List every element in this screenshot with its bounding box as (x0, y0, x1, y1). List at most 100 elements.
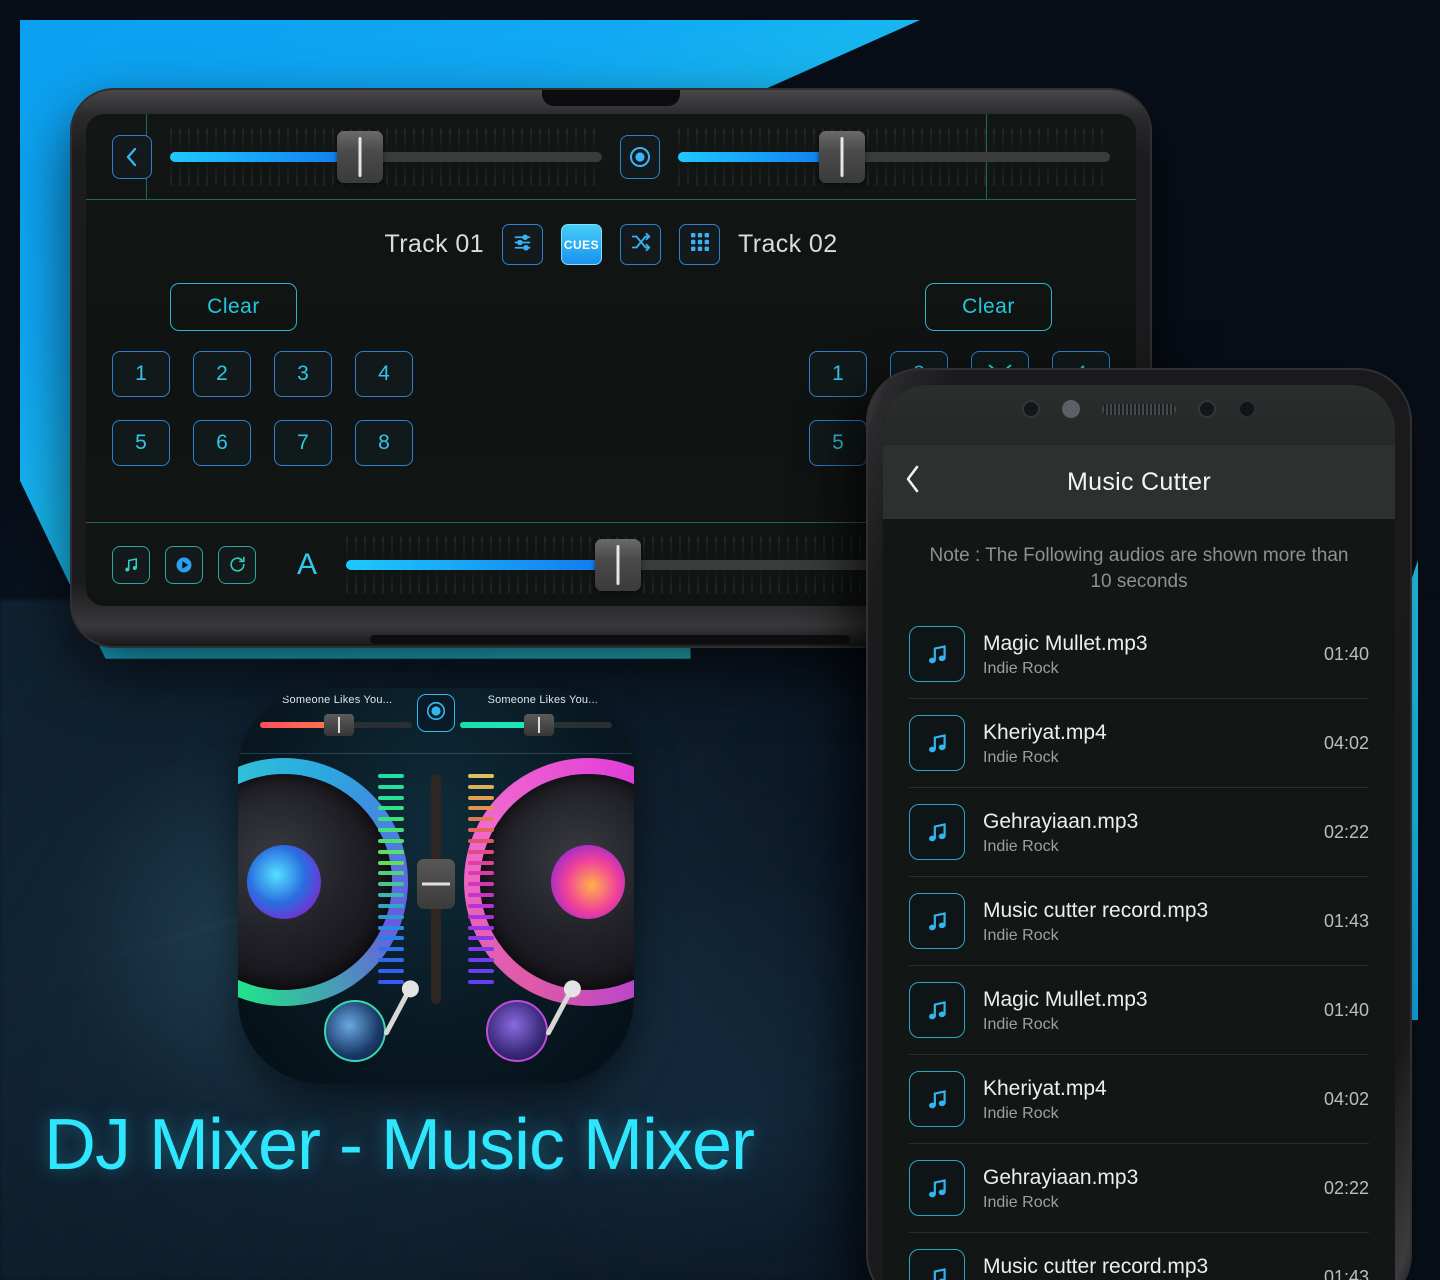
track-name: Magic Mullet.mp3 (983, 987, 1148, 1011)
dj-avatar-right (486, 987, 574, 1062)
list-item[interactable]: Music cutter record.mp3 Indie Rock 01:43 (909, 877, 1369, 967)
app-icon-left-slider[interactable] (260, 714, 412, 736)
promo-graphic: Track 01 CUES Track 02 Clear Clear 1 2 3… (0, 0, 1440, 1280)
shuffle-mode-button[interactable] (620, 224, 661, 265)
tablet-top-slider-row (86, 114, 1136, 200)
app-icon-right-track-label: Someone Likes You... (487, 694, 598, 706)
track-duration: 04:02 (1323, 732, 1369, 753)
cue-pad[interactable]: 3 (274, 351, 332, 397)
back-button[interactable] (112, 134, 152, 179)
track-duration: 02:22 (1323, 821, 1369, 842)
album-art-right (551, 845, 625, 919)
track-genre: Indie Rock (983, 748, 1059, 766)
track-duration: 01:40 (1323, 643, 1369, 664)
track-duration: 02:22 (1323, 1177, 1369, 1198)
cue-grid-left: 1 2 3 4 5 6 7 8 (112, 351, 413, 466)
track-genre: Indie Rock (983, 1193, 1059, 1211)
track-name: Music cutter record.mp3 (983, 1254, 1209, 1278)
track-genre: Indie Rock (983, 837, 1059, 855)
phone-device: Music Cutter Note : The Following audios… (866, 368, 1412, 1280)
cue-pad[interactable]: 6 (193, 420, 251, 466)
app-icon-left-track-label: Someone Likes You... (282, 694, 393, 706)
clear-right-button[interactable]: Clear (925, 283, 1052, 331)
track-name: Gehrayiaan.mp3 (983, 809, 1139, 833)
grid-mode-button[interactable] (679, 224, 720, 265)
track-genre: Indie Rock (983, 1015, 1059, 1033)
cue-pad[interactable]: 1 (112, 351, 170, 397)
list-item[interactable]: Music cutter record.mp3 Indie Rock 01:43 (909, 1233, 1369, 1280)
music-note-icon (909, 626, 965, 683)
app-icon-top-bar: Someone Likes You... Someone Likes You..… (238, 688, 634, 754)
track-name: Kheriyat.mp4 (983, 720, 1107, 744)
music-note-icon (909, 1249, 965, 1280)
list-item[interactable]: Magic Mullet.mp3 Indie Rock 01:40 (909, 610, 1369, 700)
app-icon-record-button[interactable] (417, 694, 455, 732)
camera-sensor-icon (1022, 400, 1040, 418)
track-duration: 01:43 (1323, 1266, 1369, 1280)
track-name: Magic Mullet.mp3 (983, 631, 1148, 655)
earpiece-icon (1102, 403, 1176, 415)
grid-icon (690, 232, 710, 257)
record-button[interactable] (620, 134, 660, 179)
phone-screen: Music Cutter Note : The Following audios… (883, 385, 1395, 1280)
track-duration: 04:02 (1323, 1088, 1369, 1109)
music-note-icon (909, 982, 965, 1039)
page-title: Music Cutter (1067, 467, 1211, 496)
play-disc-button[interactable] (165, 545, 203, 584)
track-genre: Indie Rock (983, 926, 1059, 944)
track-duration: 01:40 (1323, 999, 1369, 1020)
app-icon: Someone Likes You... Someone Likes You..… (238, 688, 634, 1084)
cue-pad[interactable]: 4 (355, 351, 413, 397)
list-item[interactable]: Kheriyat.mp4 Indie Rock 04:02 (909, 1055, 1369, 1145)
tablet-mode-row: Track 01 CUES Track 02 (86, 200, 1136, 265)
light-sensor-icon (1238, 400, 1256, 418)
camera-sensor-icon (1198, 400, 1216, 418)
record-circle-icon (425, 700, 447, 727)
eq-meter-right (468, 774, 494, 984)
loop-button[interactable] (218, 545, 256, 584)
dj-avatar-left (324, 987, 412, 1062)
list-item[interactable]: Gehrayiaan.mp3 Indie Rock 02:22 (909, 1144, 1369, 1234)
track-name: Music cutter record.mp3 (983, 898, 1209, 922)
cue-pad[interactable]: 5 (112, 420, 170, 466)
cue-pad[interactable]: 5 (809, 420, 867, 466)
track-right-label: Track 02 (738, 230, 838, 258)
equalizer-mode-button[interactable] (502, 224, 543, 265)
tablet-notch (542, 90, 680, 106)
cue-pad[interactable]: 7 (274, 420, 332, 466)
phone-top-sensors (883, 385, 1395, 445)
track-duration: 01:43 (1323, 910, 1369, 931)
pitch-slider-left[interactable] (170, 130, 602, 183)
track-genre: Indie Rock (983, 1104, 1059, 1122)
cue-pad[interactable]: 1 (809, 351, 867, 397)
track-genre: Indie Rock (983, 659, 1059, 677)
cue-pad[interactable]: 2 (193, 351, 251, 397)
list-note: Note : The Following audios are shown mo… (929, 545, 1349, 592)
track-name: Gehrayiaan.mp3 (983, 1165, 1139, 1189)
clear-left-button[interactable]: Clear (170, 283, 297, 331)
shuffle-icon (630, 231, 652, 258)
list-item[interactable]: Gehrayiaan.mp3 Indie Rock 02:22 (909, 788, 1369, 878)
music-note-icon (909, 1071, 965, 1128)
music-note-icon (909, 804, 965, 861)
app-icon-right-slider[interactable] (460, 714, 612, 736)
music-library-button[interactable] (112, 545, 150, 584)
pitch-slider-right[interactable] (678, 130, 1110, 183)
track-name: Kheriyat.mp4 (983, 1076, 1107, 1100)
deck-a-label: A (297, 547, 318, 581)
cues-mode-button[interactable]: CUES (561, 224, 602, 265)
clear-button-row: Clear Clear (86, 265, 1136, 331)
equalizer-icon (512, 232, 533, 258)
eq-meter-left (378, 774, 404, 984)
track-list[interactable]: Magic Mullet.mp3 Indie Rock 01:40 Kheriy… (883, 610, 1395, 1280)
cues-label: CUES (563, 237, 600, 252)
music-note-icon (909, 715, 965, 772)
list-item[interactable]: Magic Mullet.mp3 Indie Rock 01:40 (909, 966, 1369, 1056)
cue-pad[interactable]: 8 (355, 420, 413, 466)
list-item[interactable]: Kheriyat.mp4 Indie Rock 04:02 (909, 699, 1369, 789)
music-note-icon (909, 1160, 965, 1217)
app-icon-vertical-crossfader[interactable] (417, 774, 455, 1004)
phone-appbar: Music Cutter (883, 445, 1395, 519)
track-left-label: Track 01 (384, 230, 484, 258)
proximity-sensor-icon (1062, 400, 1080, 418)
